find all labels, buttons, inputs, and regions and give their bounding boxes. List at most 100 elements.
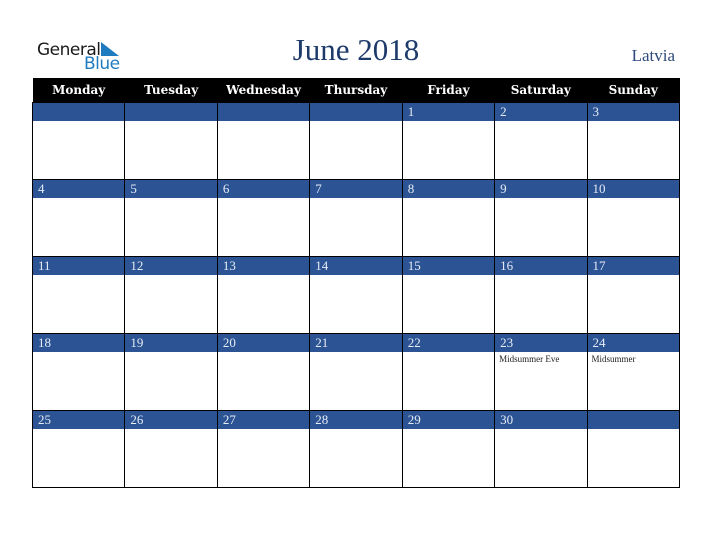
holiday-label	[125, 121, 216, 123]
day-cell[interactable]: 26	[124, 410, 218, 488]
day-cell[interactable]: 24 Midsummer	[586, 333, 681, 411]
holiday-label	[588, 275, 679, 277]
day-cell[interactable]	[216, 102, 311, 180]
day-cell[interactable]: 14	[309, 256, 403, 334]
holiday-label	[33, 429, 124, 431]
day-cell[interactable]: 19	[124, 333, 218, 411]
country-label: Latvia	[631, 46, 675, 65]
day-number: 8	[402, 180, 495, 198]
holiday-label: Midsummer Eve	[499, 354, 560, 364]
day-cell[interactable]: 11	[31, 256, 126, 334]
holiday-label	[125, 275, 216, 277]
day-cell[interactable]: 12	[124, 256, 218, 334]
day-cell[interactable]: 15	[401, 256, 496, 334]
day-cell[interactable]: 30	[494, 410, 588, 488]
day-cell[interactable]: 6	[216, 179, 311, 257]
weekday-header: Wednesday	[217, 78, 310, 103]
holiday-label	[588, 121, 679, 123]
day-number: 13	[217, 257, 310, 275]
day-cell[interactable]: 27	[216, 410, 311, 488]
day-number: 23	[495, 334, 587, 352]
holiday-label	[33, 198, 124, 200]
holiday-label	[403, 198, 494, 200]
day-number: 7	[310, 180, 402, 198]
day-cell[interactable]: 23 Midsummer Eve	[494, 333, 588, 411]
holiday-label: Midsummer	[591, 354, 636, 364]
day-number: 12	[125, 257, 217, 275]
day-cell[interactable]: 5	[124, 179, 218, 257]
holiday-label	[310, 275, 401, 277]
day-cell[interactable]	[586, 410, 681, 488]
weekday-header: Tuesday	[124, 78, 218, 103]
day-number: 14	[310, 257, 402, 275]
day-number: 5	[125, 180, 217, 198]
day-number	[125, 103, 217, 121]
day-number	[587, 411, 679, 429]
holiday-label	[125, 198, 216, 200]
weekday-header: Monday	[32, 78, 125, 103]
holiday-label	[403, 275, 494, 277]
day-number: 18	[33, 334, 125, 352]
weekday-header: Sunday	[587, 78, 680, 103]
day-number: 17	[587, 257, 679, 275]
holiday-label	[588, 198, 679, 200]
day-cell[interactable]: 13	[216, 256, 311, 334]
weekday-header: Saturday	[494, 78, 588, 103]
holiday-label	[218, 198, 309, 200]
day-cell[interactable]: 28	[309, 410, 403, 488]
holiday-label	[495, 275, 586, 277]
day-cell[interactable]: 18	[31, 333, 126, 411]
day-number	[33, 103, 125, 121]
day-number: 21	[310, 334, 402, 352]
day-number: 22	[402, 334, 495, 352]
holiday-label	[495, 121, 586, 123]
week-row: 18 19 20 21 22 23 Midsummer Eve 24 Midsummer	[31, 333, 681, 411]
day-number: 19	[125, 334, 217, 352]
day-cell[interactable]	[309, 102, 403, 180]
holiday-label	[125, 352, 216, 354]
day-number: 16	[495, 257, 587, 275]
holiday-label	[310, 429, 401, 431]
day-number: 29	[402, 411, 495, 429]
day-cell[interactable]: 25	[31, 410, 126, 488]
holiday-label	[403, 429, 494, 431]
day-cell[interactable]: 4	[31, 179, 126, 257]
day-cell[interactable]: 22	[401, 333, 496, 411]
day-number: 2	[495, 103, 587, 121]
weekday-header: Friday	[402, 78, 495, 103]
day-number: 1	[402, 103, 495, 121]
day-cell[interactable]	[124, 102, 218, 180]
week-row: 25 26 27 28 29 30	[31, 410, 681, 488]
day-cell[interactable]: 16	[494, 256, 588, 334]
holiday-label	[310, 121, 401, 123]
day-number: 20	[217, 334, 310, 352]
holiday-label	[495, 198, 586, 200]
holiday-label	[495, 429, 586, 431]
day-number: 4	[33, 180, 125, 198]
day-cell[interactable]: 9	[494, 179, 588, 257]
day-cell[interactable]: 21	[309, 333, 403, 411]
holiday-label	[403, 352, 494, 354]
holiday-label	[218, 352, 309, 354]
holiday-label	[218, 429, 309, 431]
day-cell[interactable]: 3	[586, 102, 681, 180]
day-number	[217, 103, 310, 121]
day-number	[310, 103, 402, 121]
week-row: 4 5 6 7 8 9 10	[31, 179, 681, 257]
day-cell[interactable]: 10	[586, 179, 681, 257]
holiday-label	[588, 429, 679, 431]
day-cell[interactable]: 2	[494, 102, 588, 180]
day-number: 10	[587, 180, 679, 198]
day-number: 30	[495, 411, 587, 429]
day-cell[interactable]: 7	[309, 179, 403, 257]
day-number: 3	[587, 103, 679, 121]
day-cell[interactable]: 1	[401, 102, 496, 180]
day-cell[interactable]: 17	[586, 256, 681, 334]
day-cell[interactable]: 8	[401, 179, 496, 257]
day-cell[interactable]	[31, 102, 126, 180]
calendar-title: June 2018	[292, 32, 420, 67]
day-cell[interactable]: 20	[216, 333, 311, 411]
holiday-label	[33, 352, 124, 354]
day-number: 9	[495, 180, 587, 198]
day-cell[interactable]: 29	[401, 410, 496, 488]
